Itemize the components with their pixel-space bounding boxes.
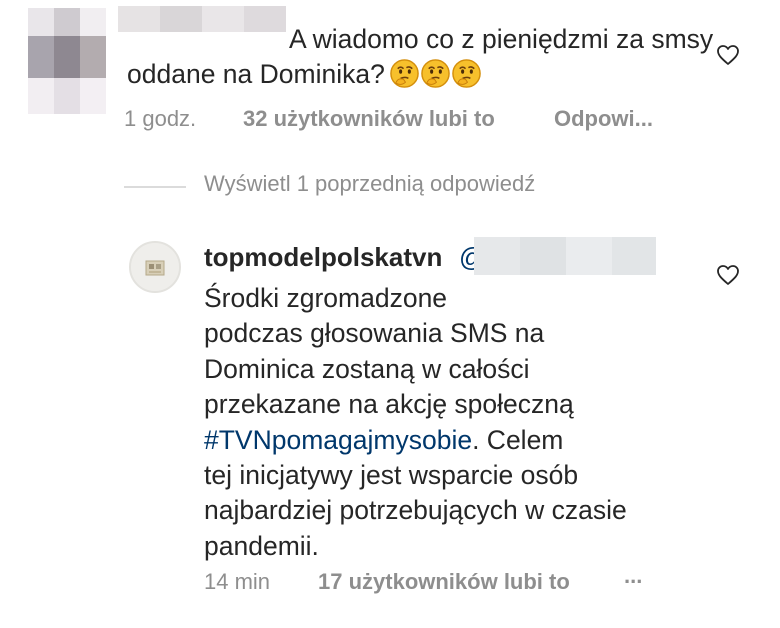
reply-text: Środki zgromadzone podczas głosowania SM… xyxy=(204,281,704,564)
reply-time: 14 min xyxy=(204,569,271,594)
reply-line: #TVNpomagajmysobie. Celem xyxy=(204,423,704,458)
avatar[interactable] xyxy=(28,8,106,114)
emoji-group xyxy=(389,58,482,89)
comment-1-likes[interactable]: 32 użytkowników lubi to xyxy=(243,106,495,132)
avatar[interactable] xyxy=(129,241,181,293)
reply-button-label[interactable]: Odpowi... xyxy=(554,106,653,131)
reply-line: pandemii. xyxy=(204,530,319,561)
mention-redacted[interactable] xyxy=(474,237,656,275)
reply-line-rest: . Celem xyxy=(472,424,564,455)
thinking-face-emoji xyxy=(421,59,450,88)
like-heart-icon[interactable] xyxy=(716,264,740,286)
reply-likes[interactable]: 17 użytkowników lubi to xyxy=(318,569,570,595)
view-previous-replies-button[interactable]: Wyświetl 1 poprzednią odpowiedź xyxy=(204,171,535,197)
reply-likes-label[interactable]: 17 użytkowników lubi to xyxy=(318,569,570,594)
like-heart-icon[interactable] xyxy=(716,44,740,66)
thinking-face-emoji xyxy=(390,59,419,88)
reply-line: tej inicjatywy jest wsparcie osób xyxy=(204,460,579,491)
more-options-button[interactable]: ... xyxy=(624,563,642,589)
reply-line: Dominica zostaną w całości xyxy=(204,353,530,384)
thinking-face-emoji xyxy=(452,59,481,88)
comment-1-likes-label[interactable]: 32 użytkowników lubi to xyxy=(243,106,495,131)
tvn-logo-icon xyxy=(131,243,179,291)
hashtag-link[interactable]: #TVNpomagajmysobie xyxy=(204,425,472,455)
reply-line: podczas głosowania SMS na xyxy=(204,318,545,349)
reply-username[interactable]: topmodelpolskatvn xyxy=(204,242,442,273)
reply-button[interactable]: Odpowi... xyxy=(554,106,653,132)
reply-line: przekazane na akcję społeczną xyxy=(204,389,574,420)
replies-divider xyxy=(124,186,186,188)
comment-1-text: A wiadomo co z pieniędzmi za smsy oddane… xyxy=(127,22,717,92)
reply-line: Środki zgromadzone xyxy=(204,283,448,313)
reply-line: najbardziej potrzebujących w czasie xyxy=(204,495,627,526)
comment-1-time: 1 godz. xyxy=(124,106,197,131)
